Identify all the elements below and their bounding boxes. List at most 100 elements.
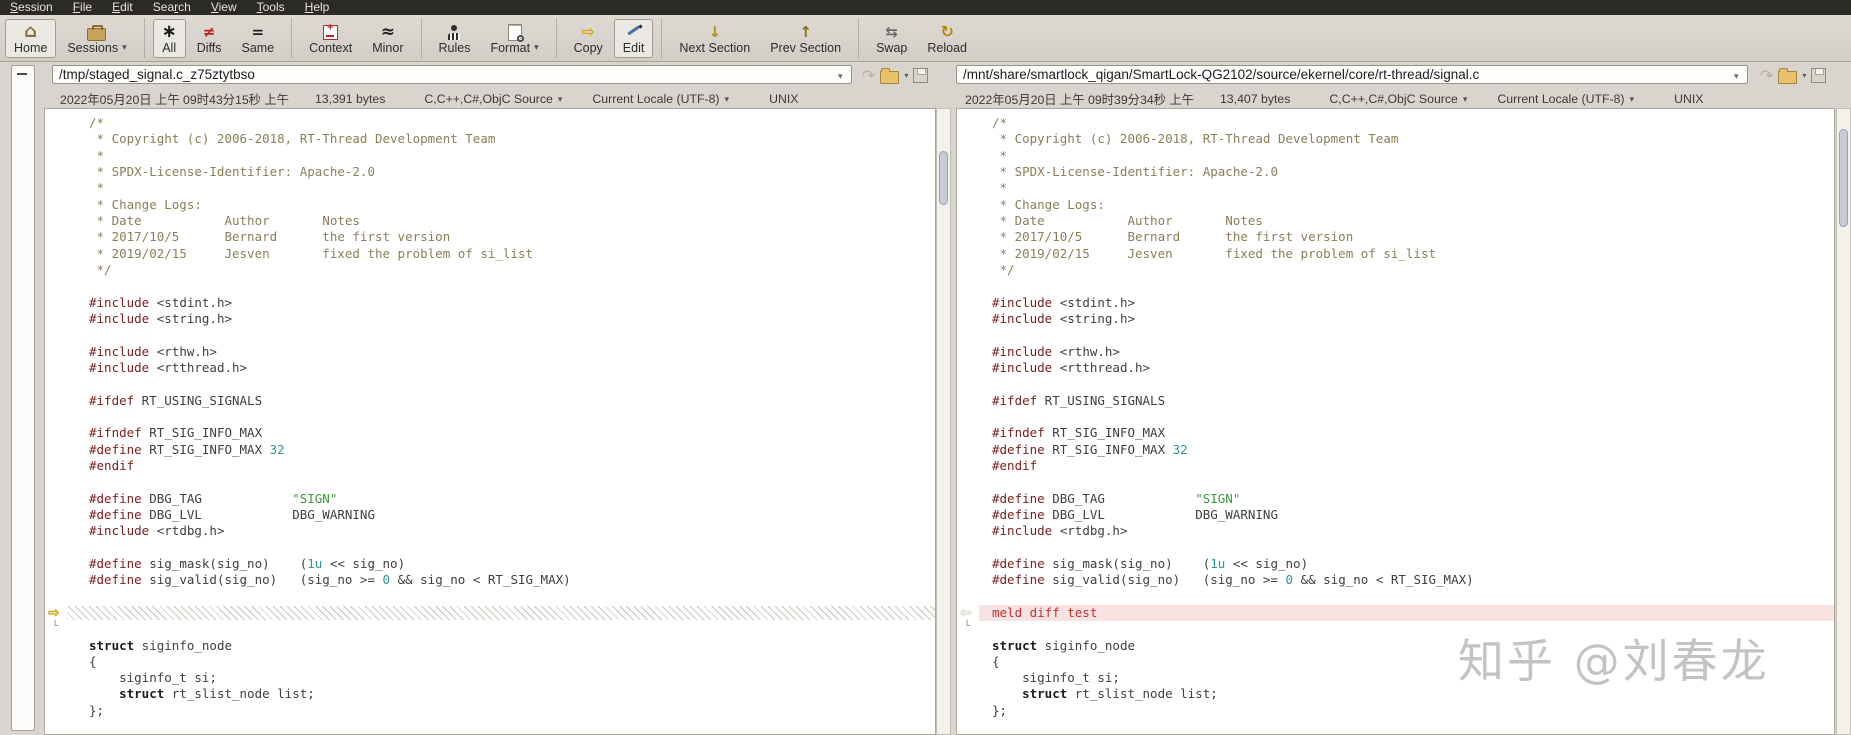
menu-item-search[interactable]: Search bbox=[143, 0, 201, 15]
code-line: #define RT_SIG_INFO_MAX 32 bbox=[89, 441, 285, 457]
jump-to-file-icon[interactable]: ↷ bbox=[862, 66, 875, 85]
file-encoding-select[interactable]: Current Locale (UTF-8) bbox=[592, 92, 719, 106]
format-icon bbox=[507, 23, 524, 42]
code-line: #ifdef RT_USING_SIGNALS bbox=[89, 392, 263, 408]
menu-item-session[interactable]: Session bbox=[0, 0, 63, 15]
chevron-down-icon[interactable]: ▾ bbox=[1463, 94, 1468, 105]
toolbar-button-label: Edit bbox=[622, 40, 645, 55]
code-line: * bbox=[89, 147, 105, 163]
chevron-down-icon[interactable]: ▾ bbox=[904, 71, 908, 80]
diffs-button[interactable]: ≠ Diffs bbox=[188, 19, 231, 58]
folder-icon[interactable] bbox=[880, 67, 900, 84]
context-button[interactable]: Context bbox=[300, 19, 361, 58]
code-line: }; bbox=[89, 702, 105, 718]
save-icon[interactable] bbox=[1811, 68, 1827, 83]
sessions-button[interactable]: Sessions ▾ bbox=[58, 19, 135, 58]
code-line: #include <rthw.h> bbox=[992, 343, 1120, 359]
menu-item-view[interactable]: View bbox=[201, 0, 247, 15]
swap-button[interactable]: ⇆ Swap bbox=[867, 19, 916, 58]
save-icon[interactable] bbox=[913, 68, 929, 83]
code-line: * 2019/02/15 Jesven fixed the problem of… bbox=[89, 245, 534, 261]
code-line: #define DBG_TAG "SIGN" bbox=[89, 490, 338, 506]
chevron-down-icon[interactable]: ▾ bbox=[1802, 71, 1806, 80]
code-line: * 2019/02/15 Jesven fixed the problem of… bbox=[992, 245, 1437, 261]
toolbar-button-label: Context bbox=[309, 40, 353, 55]
copy-button[interactable]: ⇨ Copy bbox=[565, 19, 612, 58]
next-section-button[interactable]: ↓ Next Section bbox=[670, 19, 759, 58]
code-line: #define DBG_TAG "SIGN" bbox=[992, 490, 1241, 506]
left-vertical-scrollbar[interactable] bbox=[936, 108, 951, 735]
chevron-down-icon[interactable]: ▾ bbox=[1734, 71, 1739, 82]
chevron-down-icon[interactable]: ▾ bbox=[122, 42, 127, 53]
rules-button[interactable]: Rules bbox=[430, 19, 480, 58]
code-line: */ bbox=[89, 261, 112, 277]
code-line: */ bbox=[992, 261, 1015, 277]
chevron-down-icon[interactable]: ▾ bbox=[725, 94, 730, 105]
jump-to-file-icon[interactable]: ↷ bbox=[1760, 66, 1773, 85]
code-line: #include <rtthread.h> bbox=[89, 359, 248, 375]
file-size: 13,391 bytes bbox=[314, 92, 386, 106]
watermark: 知乎 @刘春龙 bbox=[1458, 634, 1770, 688]
file-format-select[interactable]: C,C++,C#,ObjC Source bbox=[1329, 92, 1458, 106]
asterisk-icon: ∗ bbox=[161, 21, 177, 42]
folder-icon[interactable] bbox=[1778, 67, 1798, 84]
file-format-select[interactable]: C,C++,C#,ObjC Source bbox=[424, 92, 553, 106]
copy-to-right-arrow-icon[interactable]: ⇨ bbox=[48, 605, 60, 621]
prev-section-button[interactable]: ↑ Prev Section bbox=[761, 19, 850, 58]
swap-icon: ⇆ bbox=[885, 22, 898, 41]
menu-item-help[interactable]: Help bbox=[295, 0, 340, 15]
chevron-down-icon[interactable]: ▾ bbox=[534, 42, 539, 53]
reload-button[interactable]: ↻ Reload bbox=[918, 19, 976, 58]
toolbar-group: ∗ All ≠ Diffs = Same bbox=[152, 18, 285, 59]
toolbar-button-label: Sessions bbox=[67, 40, 119, 55]
file-encoding-select[interactable]: Current Locale (UTF-8) bbox=[1497, 92, 1624, 106]
same-button[interactable]: = Same bbox=[232, 19, 283, 58]
code-line: * 2017/10/5 Bernard the first version bbox=[992, 229, 1354, 245]
code-line: #define sig_mask(sig_no) (1u << sig_no) bbox=[992, 555, 1309, 571]
right-file-info-bar: 2022年05月20日 上午 09时39分34秒 上午 13,407 bytes… bbox=[965, 90, 1703, 108]
copy-to-left-arrow-icon[interactable]: ⇦ bbox=[960, 605, 972, 621]
chevron-down-icon[interactable]: ▾ bbox=[558, 94, 563, 105]
edit-button[interactable]: Edit bbox=[613, 18, 654, 58]
overview-strip[interactable] bbox=[11, 65, 35, 731]
all-button[interactable]: ∗ All bbox=[152, 18, 186, 58]
pencil-icon bbox=[626, 23, 642, 37]
left-path-buttons: ↷ ▾ bbox=[862, 66, 929, 85]
scrollbar-thumb[interactable] bbox=[939, 151, 948, 205]
inserted-line-highlight bbox=[979, 604, 1834, 622]
code-line: #include <rtthread.h> bbox=[992, 359, 1151, 375]
left-path-input[interactable] bbox=[52, 65, 852, 84]
code-line: * 2017/10/5 Bernard the first version bbox=[89, 229, 451, 245]
code-line: #define sig_valid(sig_no) (sig_no >= 0 &… bbox=[89, 572, 571, 588]
home-button[interactable]: ⌂ Home bbox=[5, 18, 57, 58]
file-date: 2022年05月20日 上午 09时43分15秒 上午 bbox=[60, 93, 289, 107]
left-editor-pane[interactable]: /* * Copyright (c) 2006-2018, RT-Thread … bbox=[44, 108, 936, 735]
menu-item-edit[interactable]: Edit bbox=[102, 0, 143, 15]
chevron-down-icon[interactable]: ▾ bbox=[838, 71, 843, 82]
toolbar-group: ⌂ Home Sessions ▾ bbox=[4, 18, 137, 59]
minor-button[interactable]: ≈ Minor bbox=[363, 19, 412, 58]
briefcase-icon bbox=[87, 24, 107, 41]
format-button[interactable]: Format ▾ bbox=[481, 19, 547, 58]
scrollbar-thumb[interactable] bbox=[1839, 129, 1848, 227]
menu-item-tools[interactable]: Tools bbox=[247, 0, 295, 15]
chevron-down-icon[interactable]: ▾ bbox=[1630, 94, 1635, 105]
toolbar-button-label: Rules bbox=[438, 40, 471, 55]
right-vertical-scrollbar[interactable] bbox=[1836, 108, 1851, 735]
code-line: }; bbox=[992, 702, 1008, 718]
file-date: 2022年05月20日 上午 09时39分34秒 上午 bbox=[965, 93, 1194, 107]
toolbar: ⌂HomeSessions▾∗All≠Diffs=SameContext≈Min… bbox=[0, 15, 1851, 62]
right-path-input[interactable] bbox=[956, 65, 1748, 84]
rules-icon bbox=[447, 24, 461, 40]
toolbar-button-label: Minor bbox=[372, 40, 404, 55]
menu-item-file[interactable]: File bbox=[63, 0, 102, 15]
